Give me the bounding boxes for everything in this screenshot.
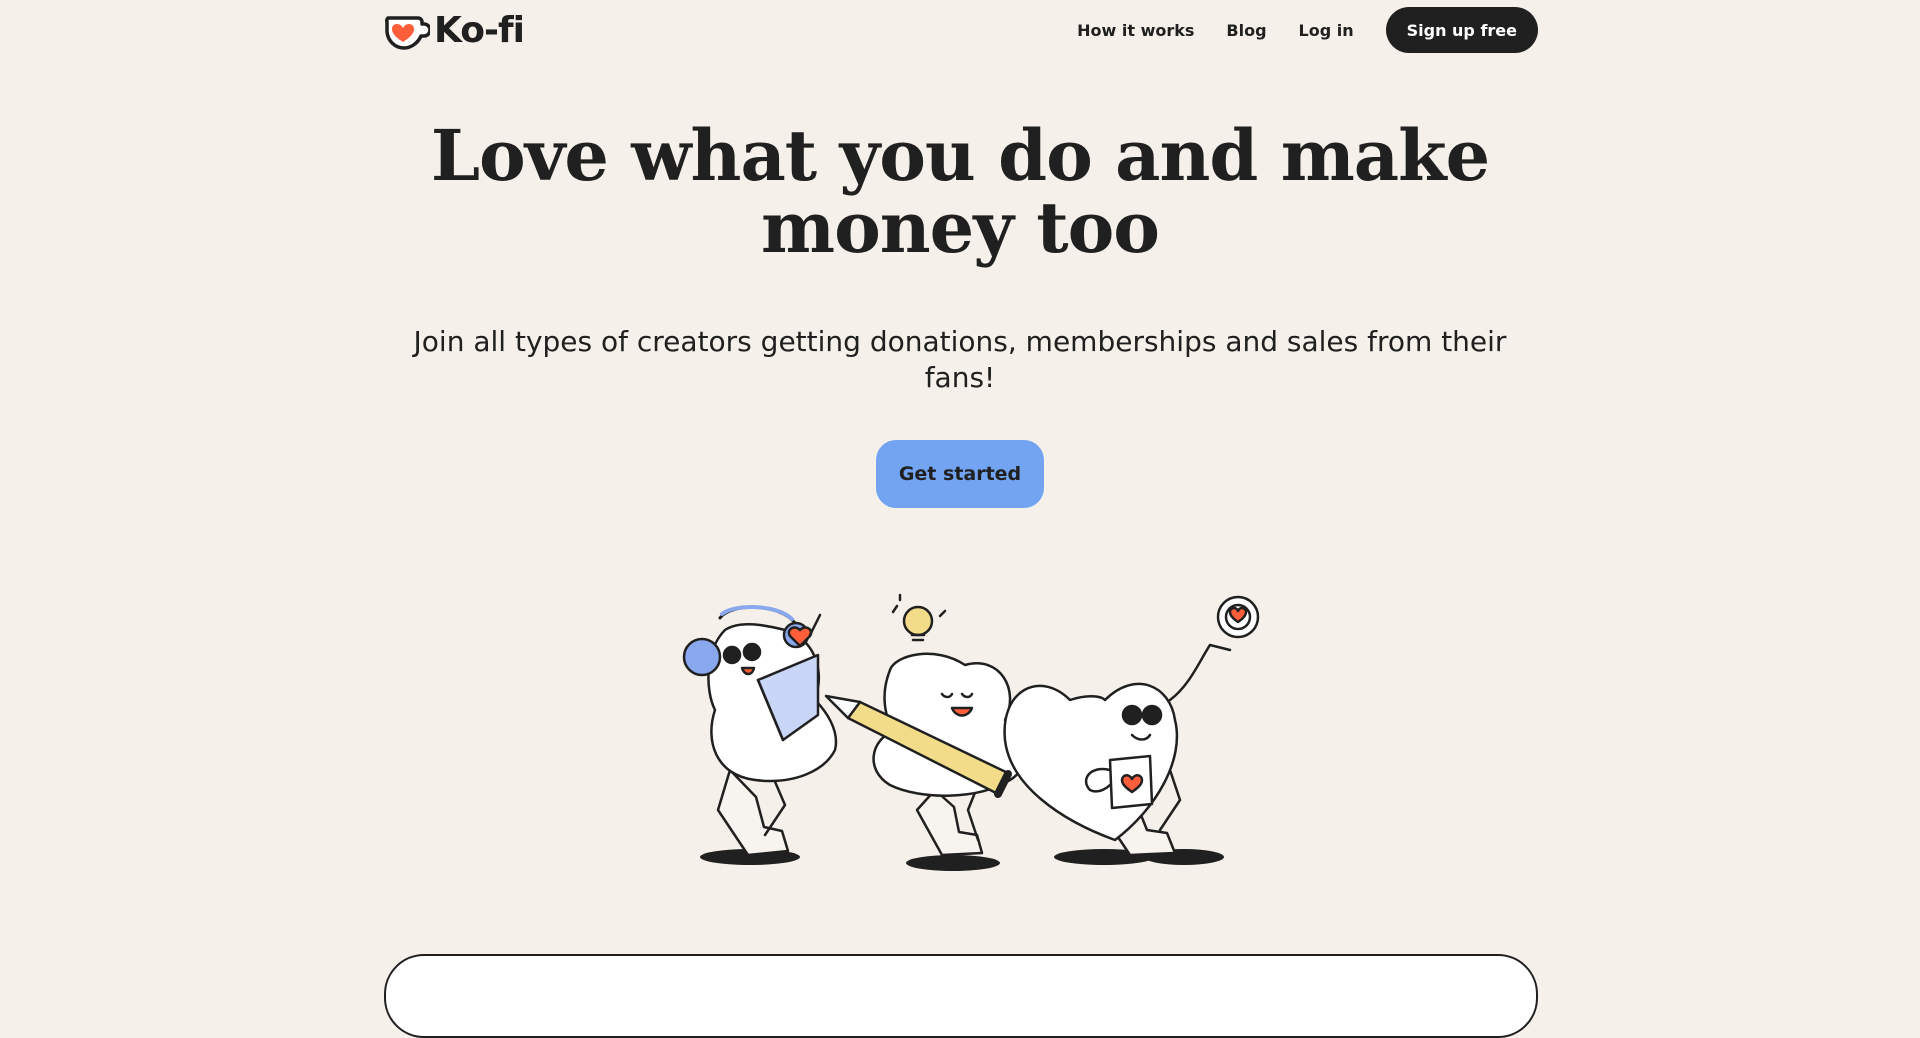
bottom-card — [384, 954, 1538, 1038]
hero-title-line-2: money too — [761, 186, 1160, 269]
ko-fi-cup-heart-icon — [385, 16, 430, 50]
nav-links: How it works Blog Log in Sign up free — [1045, 7, 1538, 53]
hero-title-line-1: Love what you do and make — [430, 114, 1490, 197]
creator-characters-illustration — [682, 593, 1260, 871]
nav-link-how-it-works[interactable]: How it works — [1077, 21, 1194, 40]
sign-up-button[interactable]: Sign up free — [1385, 7, 1538, 53]
nav-link-blog[interactable]: Blog — [1226, 21, 1266, 40]
nav-link-log-in[interactable]: Log in — [1299, 21, 1354, 40]
kofi-logo[interactable]: Ko-fi — [384, 9, 525, 51]
get-started-button[interactable]: Get started — [876, 440, 1044, 508]
hero-subtitle: Join all types of creators getting donat… — [413, 325, 1507, 394]
top-nav: Ko-fi How it works Blog Log in Sign up f… — [384, 0, 1538, 60]
hero-title: Love what you do and make money too — [0, 120, 1920, 264]
logo-text: Ko-fi — [434, 9, 525, 51]
